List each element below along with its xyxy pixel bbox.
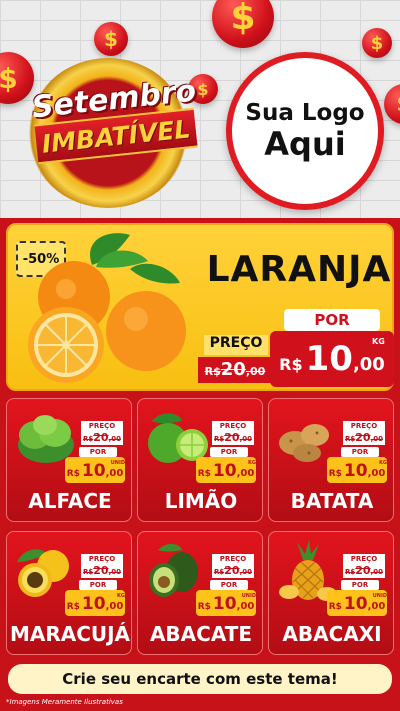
product-card: PREÇO R$20,00 POR R$ 10,00 UNID ABACATE [137,531,263,655]
price-currency: R$ [328,602,342,612]
new-price-label: POR [341,447,379,457]
price-integer: 10 [81,594,106,614]
product-name: ABACAXI [282,622,382,646]
price-integer: 10 [305,339,353,379]
new-price: R$ 10,00 [196,457,256,483]
new-price-label: POR [79,447,117,457]
price-integer: 10 [343,461,368,481]
product-card: PREÇO R$20,00 POR R$ 10,00 KG BATATA [268,398,394,522]
old-price-decimal: ,00 [108,435,121,443]
old-price: R$20,00 [81,431,123,445]
product-name: ABACATE [149,622,253,646]
price-decimal: ,00 [105,601,124,612]
old-price-integer: 20 [355,564,371,577]
price-decimal: ,00 [236,601,255,612]
call-to-action-banner: Crie seu encarte com este tema! [8,664,392,694]
old-price-label: PREÇO [343,421,385,431]
featured-product-name: LARANJA [206,249,392,290]
old-price-currency: R$ [214,435,225,443]
old-price-label: PREÇO [204,335,268,355]
product-card: PREÇO R$20,00 POR R$ 10,00 UNID ABACAXI [268,531,394,655]
price-unit: UNID [372,593,387,599]
price-currency: R$ [197,602,211,612]
old-price-currency: R$ [83,435,94,443]
price-decimal: ,00 [105,468,124,479]
new-price: R$ 10,00 [327,457,387,483]
old-price-integer: 20 [93,431,109,444]
store-logo-placeholder: Sua Logo Aqui [226,52,384,210]
dollar-coin-icon: $ [362,28,392,58]
old-price-decimal: ,00 [108,568,121,576]
price-unit: KG [117,593,125,599]
old-price-integer: 20 [355,431,371,444]
logo-text-line2: Aqui [264,125,346,163]
price-currency: R$ [197,469,211,479]
old-price-integer: 20 [224,431,240,444]
product-name: MARACUJÁ [9,622,131,646]
new-price-label: POR [284,309,380,331]
old-price-currency: R$ [345,568,356,576]
product-card: PREÇO R$20,00 POR R$ 10,00 UNID ALFACE [6,398,132,522]
product-name: BATATA [290,489,374,513]
product-card: PREÇO R$20,00 POR R$ 10,00 KG MARACUJÁ [6,531,132,655]
old-price: R$20,00 [198,357,272,383]
old-price-integer: 20 [224,564,240,577]
price-decimal: ,00 [367,468,386,479]
product-name: ALFACE [28,489,112,513]
old-price-integer: 20 [93,564,109,577]
dollar-coin-icon: $ [94,22,128,56]
old-price-decimal: ,00 [370,435,383,443]
old-price-label: PREÇO [81,554,123,564]
new-price-label: POR [210,580,248,590]
price-integer: 10 [212,461,237,481]
price-unit: KG [248,460,256,466]
price-currency: R$ [328,469,342,479]
old-price: R$20,00 [212,564,254,578]
price-integer: 10 [212,594,237,614]
featured-product-card: -50% LARANJA PREÇO R$ 20,00 POR R$ 10,00 K… [6,223,394,391]
old-price-currency: R$ [83,568,94,576]
dollar-coin-icon: $ [384,84,400,124]
new-price: R$ 10,00 [65,590,125,616]
old-price-integer: 20 [220,359,246,380]
price-decimal: ,00 [367,601,386,612]
old-price-currency: R$ [214,568,225,576]
price-decimal: ,00 [236,468,255,479]
old-price-currency: R$ [204,365,221,378]
logo-text-line1: Sua Logo [245,100,365,126]
price-decimal: ,00 [352,354,385,375]
old-price: R$20,00 [212,431,254,445]
price-unit: UNID [241,593,256,599]
old-price: R$20,00 [81,564,123,578]
price-unit: UNID [110,460,125,466]
price-currency: R$ [66,469,80,479]
product-name: LIMÃO [164,489,238,513]
old-price-decimal: ,00 [239,435,252,443]
product-card: PREÇO R$20,00 POR R$ 10,00 KG LIMÃO [137,398,263,522]
old-price-decimal: ,00 [245,365,266,378]
price-integer: 10 [343,594,368,614]
price-integer: 10 [81,461,106,481]
old-price: R$20,00 [343,564,385,578]
old-price-label: PREÇO [212,421,254,431]
old-price-label: PREÇO [212,554,254,564]
new-price-label: POR [341,580,379,590]
price-currency: R$ [66,602,80,612]
new-price-label: POR [210,447,248,457]
price-unit: KG [379,460,387,466]
old-price-currency: R$ [345,435,356,443]
price-currency: R$ [279,355,303,374]
old-price-label: PREÇO [81,421,123,431]
new-price-label: POR [79,580,117,590]
old-price: R$20,00 [343,431,385,445]
header-banner: $ $ $ $ $ $ Setembro IMBATÍVEL Sua Logo … [0,0,400,218]
price-unit: KG [372,337,385,346]
old-price-label: PREÇO [343,554,385,564]
disclaimer-note: *Imagens Meramente Ilustrativas [6,698,123,706]
old-price-decimal: ,00 [239,568,252,576]
orange-icon [28,233,186,383]
old-price-decimal: ,00 [370,568,383,576]
dollar-coin-icon: $ [212,0,274,48]
